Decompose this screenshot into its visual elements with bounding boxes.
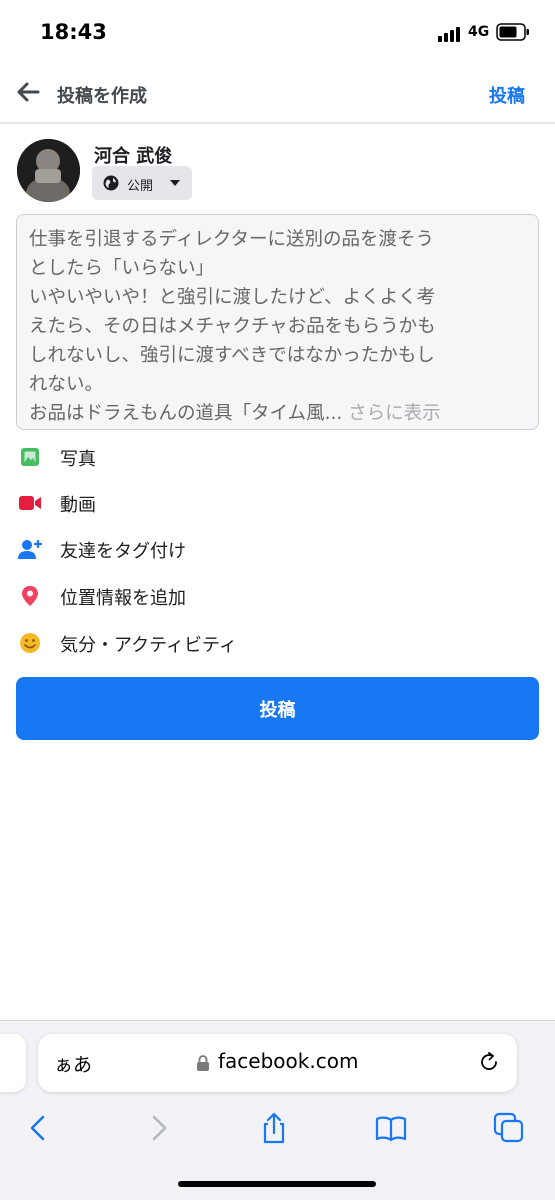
option-location[interactable]: 位置情報を追加 xyxy=(0,573,555,619)
address-bar[interactable]: ぁあ facebook.com xyxy=(38,1034,517,1092)
back-arrow-icon[interactable] xyxy=(14,78,42,106)
home-indicator[interactable] xyxy=(178,1181,376,1187)
video-icon xyxy=(19,496,41,510)
bookmarks-icon[interactable] xyxy=(374,1111,408,1145)
caret-down-icon xyxy=(170,180,180,186)
forward-icon[interactable] xyxy=(141,1111,175,1145)
tabs-icon[interactable] xyxy=(492,1111,526,1145)
share-icon[interactable] xyxy=(257,1111,291,1145)
status-time: 18:43 xyxy=(40,20,107,44)
post-text-line: えたら、その日はメチャクチャお品をもらうかも xyxy=(29,316,436,337)
smiley-icon xyxy=(20,633,40,653)
option-label: 位置情報を追加 xyxy=(60,588,186,609)
option-feeling-activity[interactable]: 気分・アクティビティ xyxy=(0,620,555,666)
previous-tab-edge[interactable] xyxy=(0,1034,26,1092)
privacy-label: 公開 xyxy=(127,179,154,194)
back-icon[interactable] xyxy=(22,1111,56,1145)
option-label: 友達をタグ付け xyxy=(60,541,186,562)
post-text-line: しれないし、強引に渡すべきではなかったかもし xyxy=(29,345,435,366)
avatar xyxy=(17,139,80,202)
see-more-link[interactable]: さらに表示 xyxy=(348,403,441,424)
option-tag-friends[interactable]: 友達をタグ付け xyxy=(0,526,555,572)
tag-friends-icon xyxy=(18,539,42,559)
network-type: 4G xyxy=(468,24,490,40)
page-title: 投稿を作成 xyxy=(57,86,147,107)
privacy-selector[interactable]: 公開 xyxy=(92,166,192,200)
status-bar: 18:43 4G xyxy=(0,0,555,64)
user-name: 河合 武俊 xyxy=(94,146,173,167)
browser-chrome: ぁあ facebook.com xyxy=(0,1020,555,1200)
signal-strength-icon xyxy=(438,26,464,42)
battery-icon xyxy=(496,23,529,41)
post-text-line: 仕事を引退するディレクターに送別の品を渡そう xyxy=(29,229,434,250)
url-text: facebook.com xyxy=(218,1049,359,1073)
option-photo[interactable]: 写真 xyxy=(0,434,555,480)
post-button[interactable]: 投稿 xyxy=(16,677,539,740)
option-label: 写真 xyxy=(60,449,96,470)
post-text-line: お品はドラえもんの道具「タイム風... さらに表示 xyxy=(29,399,526,428)
header-post-button[interactable]: 投稿 xyxy=(489,82,525,108)
post-text-area[interactable]: 仕事を引退するディレクターに送別の品を渡そう としたら「いらない」 いやいやいや… xyxy=(16,214,539,430)
composer-header: 投稿を作成 投稿 xyxy=(0,64,555,124)
photo-icon xyxy=(21,448,39,466)
post-text-line: いやいやいや！と強引に渡したけど、よくよく考 xyxy=(29,287,436,308)
post-text-line: としたら「いらない」 xyxy=(29,258,215,279)
post-text-line: れない。 xyxy=(29,374,104,395)
reload-icon[interactable] xyxy=(477,1050,501,1074)
location-pin-icon xyxy=(22,586,38,606)
page-settings-button[interactable]: ぁあ xyxy=(54,1050,92,1077)
option-video[interactable]: 動画 xyxy=(0,480,555,526)
post-text-truncated: お品はドラえもんの道具「タイム風... xyxy=(29,403,343,424)
globe-icon xyxy=(103,175,119,191)
option-label: 動画 xyxy=(60,495,96,516)
option-label: 気分・アクティビティ xyxy=(60,635,237,656)
lock-icon xyxy=(197,1055,209,1071)
